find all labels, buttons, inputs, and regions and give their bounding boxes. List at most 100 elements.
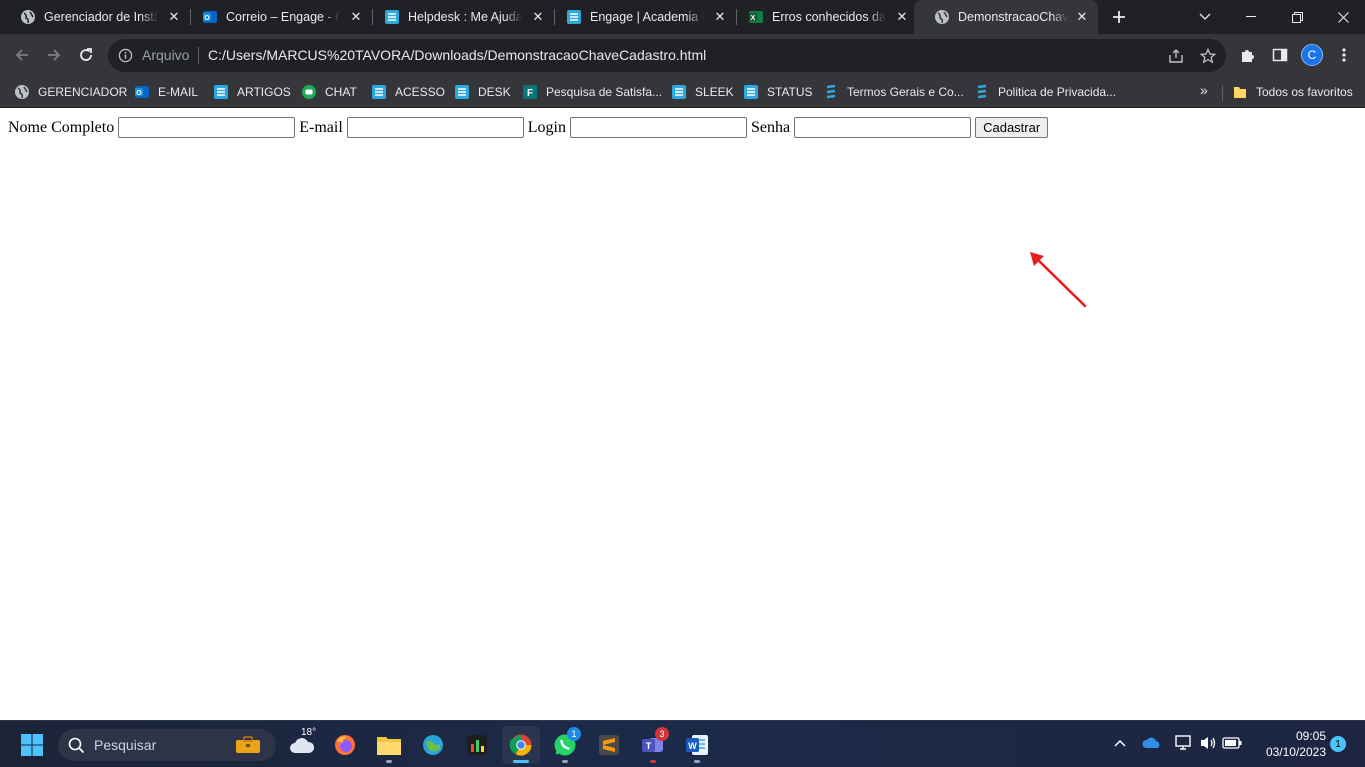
bookmarks-bar: GERENCIADOR O E-MAIL ARTIGOS CHAT ACESSO…: [0, 77, 1365, 108]
battery-icon[interactable]: [1222, 735, 1242, 751]
bookmark-sleek[interactable]: SLEEK: [671, 81, 734, 103]
tab-strip: Gerenciador de Instâncias ✕ O Correio – …: [0, 0, 1365, 34]
address-url[interactable]: C:/Users/MARCUS%20TAVORA/Downloads/Demon…: [208, 47, 706, 63]
svg-text:O: O: [136, 90, 142, 97]
back-arrow-icon[interactable]: [8, 41, 36, 69]
kebab-menu-icon[interactable]: [1332, 43, 1356, 67]
helpdesk-icon: [371, 84, 387, 100]
word-icon[interactable]: W: [678, 726, 716, 764]
info-icon[interactable]: [118, 48, 133, 68]
close-tab-icon[interactable]: ✕: [348, 9, 364, 25]
new-tab-button[interactable]: [1107, 5, 1131, 29]
svg-text:X: X: [751, 15, 756, 22]
outlook-icon: O: [202, 9, 218, 25]
bookmark-label: E-MAIL: [158, 85, 199, 99]
outlook-icon: O: [134, 84, 150, 100]
close-tab-icon[interactable]: ✕: [166, 9, 182, 25]
bookmark-artigos[interactable]: ARTIGOS: [213, 81, 291, 103]
bookmark-label: GERENCIADOR: [38, 85, 128, 99]
bookmark-chat[interactable]: CHAT: [301, 81, 357, 103]
tab-title: Erros conhecidos da I: [772, 10, 886, 24]
signup-form: Nome Completo E-mail Login Senha Cadastr…: [8, 117, 1049, 138]
sublime-text-icon[interactable]: [590, 726, 628, 764]
close-window-button[interactable]: [1320, 0, 1365, 34]
tab-title: Engage | Academia Er: [590, 10, 704, 24]
email-label: E-mail: [299, 118, 343, 136]
bookmarks-overflow-chevron[interactable]: »: [1200, 82, 1208, 98]
tab-correio[interactable]: O Correio – Engage - Ca ✕: [182, 0, 372, 34]
login-label: Login: [527, 118, 566, 136]
tab-title: Correio – Engage - Ca: [226, 10, 340, 24]
weather-widget[interactable]: 18°: [282, 726, 322, 764]
show-hidden-icons-chevron[interactable]: [1112, 735, 1128, 751]
clock-time: 09:05: [1295, 729, 1326, 743]
whatsapp-icon[interactable]: 1: [546, 726, 584, 764]
address-divider: [198, 47, 199, 64]
teams-badge: 3: [655, 727, 669, 741]
tab-academia[interactable]: Engage | Academia Er ✕: [546, 0, 736, 34]
bookmark-desk[interactable]: DESK: [454, 81, 511, 103]
maps-app-icon[interactable]: [414, 726, 452, 764]
bookmark-gerenciador[interactable]: GERENCIADOR: [14, 81, 127, 103]
close-tab-icon[interactable]: ✕: [712, 9, 728, 25]
red-arrow-icon: [1030, 252, 1087, 308]
teams-icon[interactable]: T 3: [634, 726, 672, 764]
name-input[interactable]: [118, 117, 296, 138]
bookmark-acesso[interactable]: ACESSO: [371, 81, 445, 103]
chrome-icon[interactable]: [502, 726, 540, 764]
page-content: Nome Completo E-mail Login Senha Cadastr…: [0, 108, 1365, 720]
login-input[interactable]: [569, 117, 747, 138]
extensions-puzzle-icon[interactable]: [1236, 43, 1260, 67]
side-panel-icon[interactable]: [1268, 43, 1292, 67]
equalizer-app-icon[interactable]: [458, 726, 496, 764]
email-input[interactable]: [346, 117, 524, 138]
bookmark-politica[interactable]: Politica de Privacida...: [974, 81, 1116, 103]
firefox-icon[interactable]: [326, 726, 364, 764]
minimize-button[interactable]: [1228, 0, 1274, 34]
restore-button[interactable]: [1274, 0, 1320, 34]
bookmark-pesquisa[interactable]: F Pesquisa de Satisfa...: [522, 81, 662, 103]
bookmark-email[interactable]: O E-MAIL: [134, 81, 198, 103]
windows-taskbar: Pesquisar 18° 1 T 3 W 09:05 03/10/2023 1: [0, 720, 1365, 767]
helpdesk-icon: [743, 84, 759, 100]
taskbar-clock[interactable]: 09:05 03/10/2023: [1250, 728, 1326, 760]
taskbar-search[interactable]: Pesquisar: [58, 729, 276, 761]
search-icon: [68, 737, 85, 754]
profile-avatar[interactable]: C: [1301, 44, 1323, 66]
network-monitor-icon[interactable]: [1174, 735, 1194, 751]
bookmark-label: ARTIGOS: [237, 85, 291, 99]
close-tab-icon[interactable]: ✕: [894, 9, 910, 25]
volume-icon[interactable]: [1198, 735, 1218, 751]
close-tab-icon[interactable]: ✕: [1074, 9, 1090, 25]
tab-gerenciador[interactable]: Gerenciador de Instâncias ✕: [0, 0, 190, 34]
notification-badge[interactable]: 1: [1330, 736, 1346, 752]
address-bar[interactable]: Arquivo C:/Users/MARCUS%20TAVORA/Downloa…: [108, 39, 1226, 72]
tab-search-chevron-icon[interactable]: [1182, 0, 1228, 34]
bookmark-termos[interactable]: Termos Gerais e Co...: [823, 81, 964, 103]
all-bookmarks-folder[interactable]: Todos os favoritos: [1232, 81, 1353, 103]
chat-icon: [301, 84, 317, 100]
star-icon[interactable]: [1198, 46, 1218, 66]
forward-arrow-icon[interactable]: [40, 41, 68, 69]
weather-temp: 18°: [301, 727, 317, 738]
start-windows-icon[interactable]: [13, 726, 51, 764]
tab-erros[interactable]: X Erros conhecidos da I ✕: [728, 0, 918, 34]
close-tab-icon[interactable]: ✕: [530, 9, 546, 25]
tab-helpdesk[interactable]: Helpdesk : Me Ajuda, ✕: [364, 0, 554, 34]
running-indicator: [562, 760, 568, 763]
file-explorer-icon[interactable]: [370, 726, 408, 764]
search-label: Pesquisar: [94, 737, 157, 753]
tab-demonstracao[interactable]: DemonstracaoChaveC ✕: [914, 0, 1098, 34]
cadastrar-button[interactable]: Cadastrar: [975, 117, 1049, 138]
share-icon[interactable]: [1166, 46, 1186, 66]
helpdesk-icon: [384, 9, 400, 25]
password-input[interactable]: [794, 117, 972, 138]
svg-text:F: F: [527, 88, 533, 99]
bookmark-label: ACESSO: [395, 85, 446, 99]
bookmark-status[interactable]: STATUS: [743, 81, 813, 103]
reload-icon[interactable]: [72, 41, 100, 69]
bookmark-label: Politica de Privacida...: [998, 85, 1117, 99]
bookmark-label: Pesquisa de Satisfa...: [546, 85, 663, 99]
bookmark-label: SLEEK: [695, 85, 734, 99]
onedrive-cloud-icon[interactable]: [1142, 735, 1162, 751]
